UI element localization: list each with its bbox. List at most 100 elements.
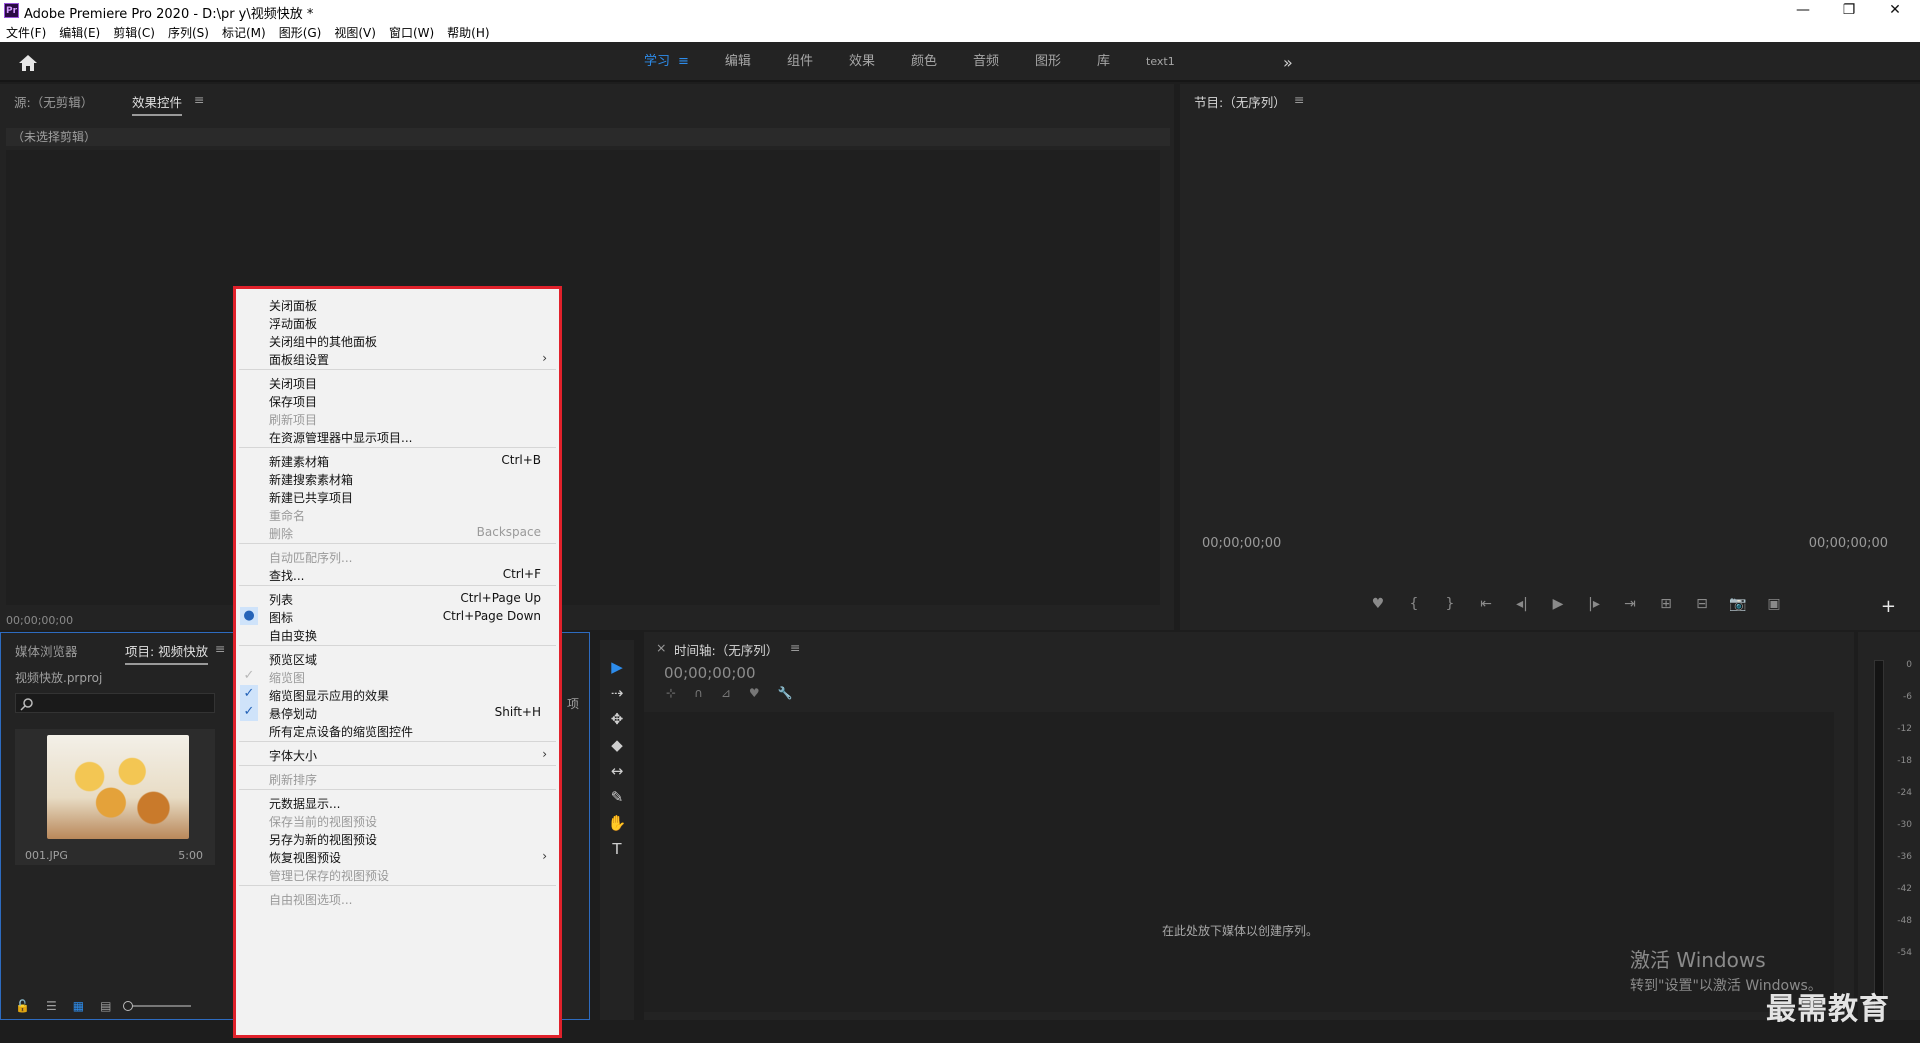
lock-icon[interactable]: 🔓 — [15, 999, 30, 1013]
workspace-tab-learn[interactable]: 学习 ≡ — [626, 42, 707, 82]
context-menu-item[interactable]: 元数据显示... — [236, 793, 559, 811]
freeform-view-icon[interactable]: ▤ — [100, 999, 111, 1013]
menu-separator — [239, 585, 556, 586]
razor-tool[interactable]: ◆ — [606, 734, 628, 756]
menu-icon[interactable]: ≡ — [678, 54, 689, 69]
add-marker-icon[interactable]: ♥ — [749, 686, 760, 700]
menu-graphics[interactable]: 图形(G) — [279, 22, 329, 42]
pen-tool[interactable]: ✎ — [606, 786, 628, 808]
tab-media-browser[interactable]: 媒体浏览器 — [15, 641, 78, 660]
context-menu-item[interactable]: ✓ 悬停划动 Shift+H — [236, 703, 559, 721]
timeline-timecode[interactable]: 00;00;00;00 — [664, 664, 756, 682]
mark-out-icon[interactable]: } — [1432, 596, 1468, 612]
workspace-tab-color[interactable]: 颜色 — [893, 42, 955, 82]
context-menu-item[interactable]: 浮动面板 — [236, 313, 559, 331]
context-menu-item[interactable]: 所有定点设备的缩览图控件 — [236, 721, 559, 739]
context-menu-item-label: 自由视图选项... — [269, 893, 353, 907]
step-forward-icon[interactable]: |▸ — [1576, 596, 1612, 612]
tab-effect-controls[interactable]: 效果控件 — [132, 92, 183, 116]
track-select-tool[interactable]: ⇢ — [606, 682, 628, 704]
snap-icon[interactable]: ∩ — [694, 686, 703, 700]
context-menu-item[interactable]: 关闭组中的其他面板 — [236, 331, 559, 349]
extract-icon[interactable]: ⊟ — [1684, 596, 1720, 612]
menu-help[interactable]: 帮助(H) — [447, 22, 496, 42]
comparison-view-icon[interactable]: ▣ — [1756, 596, 1792, 612]
workspace-tab-text1[interactable]: text1 — [1128, 42, 1193, 82]
menu-window[interactable]: 窗口(W) — [389, 22, 441, 42]
context-menu-item[interactable]: 面板组设置 › — [236, 349, 559, 367]
tab-project[interactable]: 项目: 视频快放 — [125, 641, 209, 665]
context-menu-item[interactable]: 新建素材箱 Ctrl+B — [236, 451, 559, 469]
context-menu-item[interactable]: ✓ 缩览图显示应用的效果 — [236, 685, 559, 703]
slip-tool[interactable]: ↔ — [606, 760, 628, 782]
timeline-drop-area[interactable]: 在此处放下媒体以创建序列。 — [644, 712, 1834, 1012]
tab-timeline[interactable]: 时间轴:（无序列） — [674, 640, 778, 659]
export-frame-icon[interactable]: 📷 — [1720, 596, 1756, 612]
button-editor-icon[interactable]: + — [1881, 596, 1896, 617]
list-view-icon[interactable]: ☰ — [46, 999, 57, 1013]
play-icon[interactable]: ▶ — [1540, 596, 1576, 612]
context-menu-item[interactable]: 自由变换 — [236, 625, 559, 643]
hand-tool[interactable]: ✋ — [606, 812, 628, 834]
context-menu-item[interactable]: ● 图标 Ctrl+Page Down — [236, 607, 559, 625]
ripple-edit-tool[interactable]: ✥ — [606, 708, 628, 730]
wrench-icon[interactable]: 🔧 — [778, 686, 793, 700]
selection-tool[interactable]: ▶ — [606, 656, 628, 678]
context-menu-item[interactable]: 在资源管理器中显示项目... — [236, 427, 559, 445]
workspace-tab-edit[interactable]: 编辑 — [707, 42, 769, 82]
workspace-tab-libraries[interactable]: 库 — [1079, 42, 1128, 82]
panel-menu-icon[interactable]: ≡ — [194, 92, 204, 107]
zoom-slider[interactable] — [123, 1001, 192, 1011]
home-icon[interactable] — [18, 54, 38, 72]
step-back-icon[interactable]: ◂| — [1504, 596, 1540, 612]
clip-thumbnail-item[interactable]: 001.JPG 5:00 — [15, 729, 215, 865]
tools-panel: ▶ ⇢ ✥ ◆ ↔ ✎ ✋ T — [600, 640, 634, 1020]
close-window-button[interactable]: ✕ — [1872, 0, 1918, 22]
context-menu-item[interactable]: 另存为新的视图预设 — [236, 829, 559, 847]
menu-sequence[interactable]: 序列(S) — [168, 22, 216, 42]
insert-nest-icon[interactable]: ⊹ — [666, 686, 676, 700]
context-menu-item[interactable]: 预览区域 — [236, 649, 559, 667]
close-tab-icon[interactable]: × — [656, 640, 666, 655]
radio-selected-icon: ● — [240, 607, 258, 625]
context-menu-item[interactable]: 查找... Ctrl+F — [236, 565, 559, 583]
menu-file[interactable]: 文件(F) — [6, 22, 53, 42]
menu-clip[interactable]: 剪辑(C) — [113, 22, 162, 42]
context-menu-item[interactable]: 列表 Ctrl+Page Up — [236, 589, 559, 607]
linked-selection-icon[interactable]: ⊿ — [721, 686, 731, 700]
go-to-out-icon[interactable]: ⇥ — [1612, 596, 1648, 612]
workspace-tab-audio[interactable]: 音频 — [955, 42, 1017, 82]
project-search-input[interactable] — [15, 693, 215, 713]
go-to-in-icon[interactable]: ⇤ — [1468, 596, 1504, 612]
type-tool[interactable]: T — [606, 838, 628, 860]
project-panel-context-menu: 关闭面板 浮动面板 关闭组中的其他面板 面板组设置 › 关闭项目 保存项目 刷新项目 在资源管理… — [233, 286, 562, 1038]
panel-menu-icon[interactable]: ≡ — [1294, 92, 1304, 107]
context-menu-item[interactable]: 新建已共享项目 — [236, 487, 559, 505]
menu-markers[interactable]: 标记(M) — [222, 22, 273, 42]
context-menu-item[interactable]: 新建搜索素材箱 — [236, 469, 559, 487]
tab-program[interactable]: 节目:（无序列） — [1194, 92, 1286, 111]
playhead-timecode[interactable]: 00;00;00;00 — [1202, 536, 1281, 551]
context-menu-item[interactable]: 恢复视图预设 › — [236, 847, 559, 865]
mark-in-icon[interactable]: { — [1396, 596, 1432, 612]
workspace-tab-graphics[interactable]: 图形 — [1017, 42, 1079, 82]
context-menu-item: 删除 Backspace — [236, 523, 559, 541]
context-menu-item[interactable]: 关闭项目 — [236, 373, 559, 391]
menu-view[interactable]: 视图(V) — [334, 22, 383, 42]
meter-scale-label: -54 — [1897, 948, 1912, 958]
restore-button[interactable]: ❐ — [1826, 0, 1872, 22]
panel-menu-icon[interactable]: ≡ — [215, 641, 225, 656]
workspace-tab-effects[interactable]: 效果 — [831, 42, 893, 82]
context-menu-item[interactable]: 保存项目 — [236, 391, 559, 409]
context-menu-item[interactable]: 关闭面板 — [236, 295, 559, 313]
add-marker-icon[interactable]: ♥ — [1360, 596, 1396, 612]
tab-source[interactable]: 源:（无剪辑） — [14, 92, 93, 111]
panel-menu-icon[interactable]: ≡ — [790, 640, 800, 655]
more-workspaces-icon[interactable]: » — [1283, 53, 1293, 72]
lift-icon[interactable]: ⊞ — [1648, 596, 1684, 612]
menu-edit[interactable]: 编辑(E) — [59, 22, 107, 42]
workspace-tab-assembly[interactable]: 组件 — [769, 42, 831, 82]
icon-view-icon[interactable]: ▦ — [73, 999, 84, 1013]
minimize-button[interactable]: — — [1780, 0, 1826, 22]
context-menu-item[interactable]: 字体大小 › — [236, 745, 559, 763]
